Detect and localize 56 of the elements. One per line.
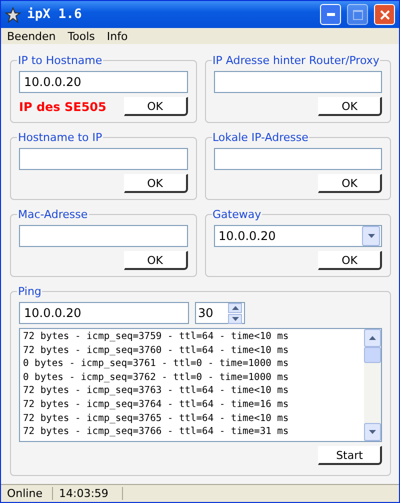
log-line: 72 bytes - icmp_seq=3765 - ttl=64 - time<10 ms [23, 412, 290, 426]
log-line: 72 bytes - icmp_seq=3760 - ttl=64 - time<10 ms [23, 344, 290, 358]
window-title: ipX 1.6 [27, 7, 83, 22]
ok-button[interactable]: OK [124, 251, 188, 270]
log-line: 72 bytes - icmp_seq=3759 - ttl=64 - time<10 ms [23, 330, 290, 344]
group-title: IP Adresse hinter Router/Proxy [212, 54, 380, 67]
spin-down-button[interactable] [228, 314, 242, 324]
ok-button[interactable]: OK [318, 174, 382, 193]
group-title: Gateway [212, 208, 262, 221]
menu-item[interactable]: Info [106, 30, 128, 42]
status-time: 14:03:59 [53, 487, 123, 500]
group-title: Lokale IP-Adresse [212, 131, 310, 144]
chevron-down-icon [368, 234, 374, 238]
scrollbar[interactable] [364, 329, 381, 441]
close-icon [380, 10, 390, 20]
group-title: Ping [17, 285, 42, 298]
triangle-up-icon [232, 306, 238, 310]
spin-up-button[interactable] [228, 302, 242, 312]
minimize-icon [326, 13, 334, 16]
maximize-icon [352, 10, 362, 20]
log-line: 72 bytes - icmp_seq=3766 - ttl=64 - time=31 ms [23, 425, 290, 439]
scroll-thumb[interactable] [364, 347, 381, 363]
start-button[interactable]: Start [318, 446, 382, 465]
minimize-button[interactable] [320, 4, 341, 25]
group-title: IP to Hostname [17, 54, 104, 67]
log-line: 72 bytes - icmp_seq=3763 - ttl=64 - time<10 ms [23, 384, 290, 398]
dropdown-field[interactable]: 10.0.0.20 [214, 225, 382, 247]
maximize-button[interactable] [347, 4, 368, 25]
group-title: Hostname to IP [17, 131, 104, 144]
ok-button[interactable]: OK [318, 251, 382, 270]
triangle-down-icon [232, 316, 238, 320]
dropdown-button[interactable] [362, 226, 380, 246]
input-field[interactable] [19, 225, 188, 247]
ok-button[interactable]: OK [124, 97, 188, 116]
log-line: 72 bytes - icmp_seq=3764 - ttl=64 - time=16 ms [23, 398, 290, 412]
status-text: Online [1, 487, 53, 500]
log-line: 0 bytes - icmp_seq=3762 - ttl=0 - time=1000 ms [23, 370, 290, 384]
log-line: 0 bytes - icmp_seq=3761 - ttl=0 - time=1000 ms [23, 357, 290, 371]
group-title: Mac-Adresse [17, 208, 89, 221]
ok-button[interactable]: OK [124, 174, 188, 193]
close-button[interactable] [374, 4, 395, 25]
input-field[interactable] [214, 148, 382, 170]
scroll-up-button[interactable] [364, 329, 381, 347]
chevron-down-icon [369, 430, 376, 434]
count-spinner[interactable]: 30 [195, 302, 245, 324]
menu-item[interactable]: Beenden [7, 30, 56, 42]
menu-item[interactable]: Tools [68, 30, 95, 42]
input-field[interactable] [214, 71, 382, 93]
note-label: IP des SE505 [19, 100, 106, 114]
app-icon [5, 6, 21, 22]
input-field[interactable] [19, 148, 188, 170]
scroll-down-button[interactable] [364, 423, 381, 441]
host-field[interactable]: 10.0.0.20 [19, 302, 189, 324]
chevron-up-icon [369, 336, 376, 340]
ok-button[interactable]: OK [318, 97, 382, 116]
input-field[interactable]: 10.0.0.20 [19, 71, 188, 93]
